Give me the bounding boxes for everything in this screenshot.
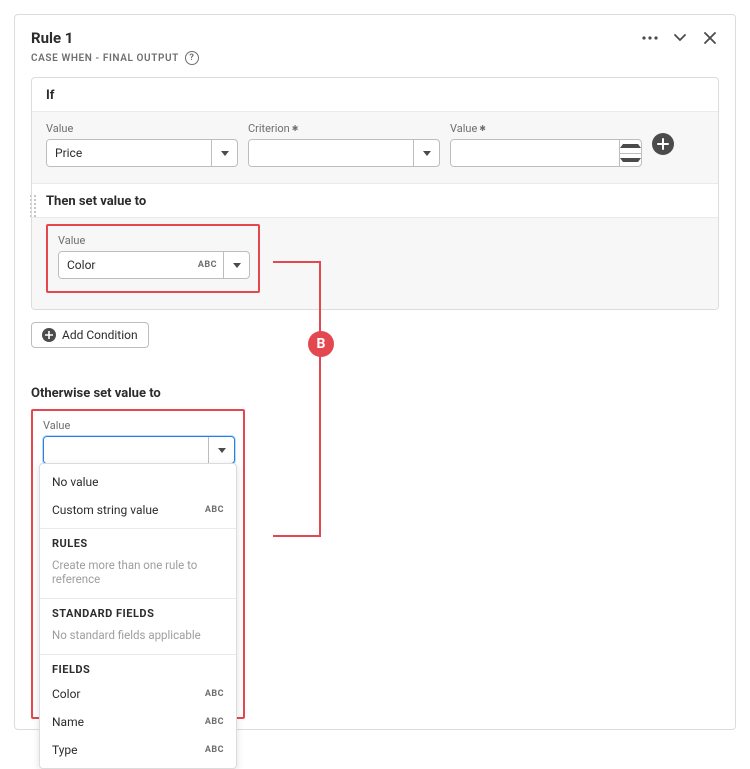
panel-subtitle-row: CASE WHEN - FINAL OUTPUT ? xyxy=(15,51,735,77)
otherwise-heading: Otherwise set value to xyxy=(31,386,719,409)
panel-header: Rule 1 xyxy=(15,15,735,51)
if-value2-input[interactable] xyxy=(450,139,642,167)
dropdown-item-label: Custom string value xyxy=(52,503,158,517)
if-criterion-label: Criterion xyxy=(248,122,290,135)
chevron-down-icon[interactable] xyxy=(208,437,234,463)
dropdown-item-no-value[interactable]: No value xyxy=(40,468,236,496)
otherwise-value-select[interactable] xyxy=(43,436,235,464)
panel-subtitle: CASE WHEN - FINAL OUTPUT xyxy=(31,53,179,64)
then-heading: Then set value to xyxy=(32,183,718,217)
step-up-icon[interactable] xyxy=(620,140,641,154)
dropdown-section-fields: FIELDS xyxy=(40,654,236,680)
number-stepper[interactable] xyxy=(619,140,641,166)
chevron-down-icon[interactable] xyxy=(223,252,249,278)
add-condition-label: Add Condition xyxy=(62,328,138,342)
otherwise-section: Otherwise set value to Value No value Cu… xyxy=(31,386,719,719)
chevron-down-icon[interactable] xyxy=(211,140,237,166)
otherwise-value-label: Value xyxy=(43,419,235,432)
then-highlight: Value Color ABC xyxy=(46,224,260,293)
otherwise-value-selected xyxy=(44,437,208,463)
dropdown-item-label: Color xyxy=(52,687,80,701)
then-body: Value Color ABC xyxy=(32,217,718,309)
more-icon[interactable] xyxy=(641,29,659,47)
otherwise-body: Value No value Custom string value ABC R… xyxy=(31,409,719,719)
then-value-selected: Color xyxy=(59,252,198,278)
panel-title: Rule 1 xyxy=(31,29,73,47)
plus-icon xyxy=(42,328,56,342)
close-icon[interactable] xyxy=(701,29,719,47)
dropdown-item-field[interactable]: Color ABC xyxy=(40,680,236,708)
annotation-badge: B xyxy=(308,331,334,357)
type-badge: ABC xyxy=(205,745,224,755)
dropdown-item-field[interactable]: Type ABC xyxy=(40,736,236,764)
chevron-down-icon[interactable] xyxy=(413,140,439,166)
if-heading: If xyxy=(32,78,718,111)
then-value-type: ABC xyxy=(198,252,223,278)
dropdown-hint-standard: No standard fields applicable xyxy=(40,624,236,650)
dropdown-section-rules: RULES xyxy=(40,528,236,554)
if-criterion-selected xyxy=(249,140,413,166)
type-badge: ABC xyxy=(205,717,224,727)
if-value2-selected xyxy=(451,140,619,166)
dropdown-item-custom-string[interactable]: Custom string value ABC xyxy=(40,496,236,524)
panel-header-actions xyxy=(641,29,719,47)
value-dropdown: No value Custom string value ABC RULES C… xyxy=(39,463,237,769)
dropdown-section-standard: STANDARD FIELDS xyxy=(40,598,236,624)
chevron-down-icon[interactable] xyxy=(671,29,689,47)
step-down-icon[interactable] xyxy=(620,154,641,167)
if-body: Value Price Criterion Value xyxy=(32,111,718,183)
if-value-selected: Price xyxy=(47,140,211,166)
if-value-label: Value xyxy=(46,122,238,135)
dropdown-item-label: No value xyxy=(52,475,99,489)
then-value-label: Value xyxy=(58,234,250,247)
rule-panel: Rule 1 CASE WHEN - FINAL OUTPUT ? If Val… xyxy=(14,14,736,730)
rule-block: If Value Price Criterion xyxy=(31,77,719,310)
then-value-select[interactable]: Color ABC xyxy=(58,251,250,279)
type-badge: ABC xyxy=(205,505,224,515)
add-criterion-button[interactable] xyxy=(652,133,674,155)
if-value2-label: Value xyxy=(450,122,477,135)
dropdown-item-label: Name xyxy=(52,715,84,729)
if-criterion-select[interactable] xyxy=(248,139,440,167)
dropdown-hint-rules: Create more than one rule to reference xyxy=(40,554,236,594)
help-icon[interactable]: ? xyxy=(185,51,199,65)
type-badge: ABC xyxy=(205,689,224,699)
if-value-select[interactable]: Price xyxy=(46,139,238,167)
dropdown-item-field[interactable]: Name ABC xyxy=(40,708,236,736)
add-condition-button[interactable]: Add Condition xyxy=(31,322,149,348)
dropdown-item-label: Type xyxy=(52,743,78,757)
